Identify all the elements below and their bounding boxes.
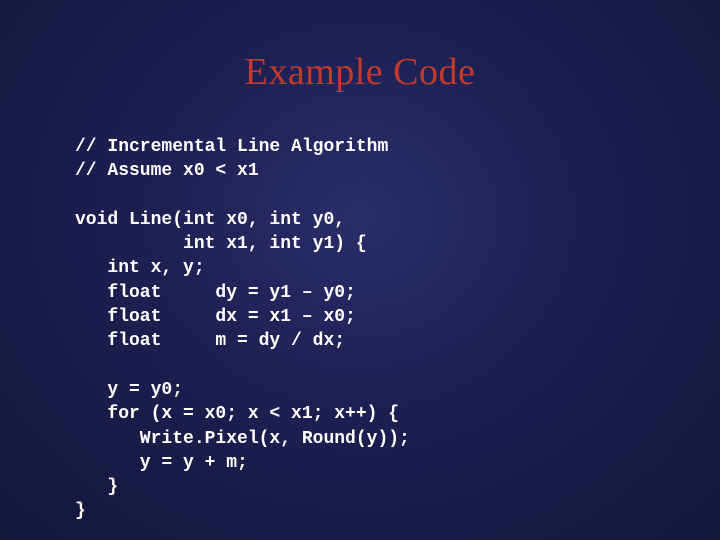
code-line: float dy = y1 – y0; (75, 283, 356, 303)
code-line: for (x = x0; x < x1; x++) { (75, 404, 399, 424)
code-line: float dx = x1 – x0; (75, 307, 356, 327)
code-line: } (75, 501, 86, 521)
code-line: Write.Pixel(x, Round(y)); (75, 429, 410, 449)
slide: Example Code // Incremental Line Algorit… (0, 0, 720, 540)
code-line: y = y0; (75, 380, 183, 400)
code-line: y = y + m; (75, 453, 248, 473)
code-line: // Incremental Line Algorithm (75, 137, 388, 157)
code-line: void Line(int x0, int y0, (75, 210, 345, 230)
code-line: int x, y; (75, 258, 205, 278)
code-line: } (75, 477, 118, 497)
code-line: float m = dy / dx; (75, 331, 345, 351)
code-line: // Assume x0 < x1 (75, 161, 259, 181)
slide-title: Example Code (0, 50, 720, 94)
code-line: int x1, int y1) { (75, 234, 367, 254)
code-block: // Incremental Line Algorithm // Assume … (75, 135, 410, 524)
